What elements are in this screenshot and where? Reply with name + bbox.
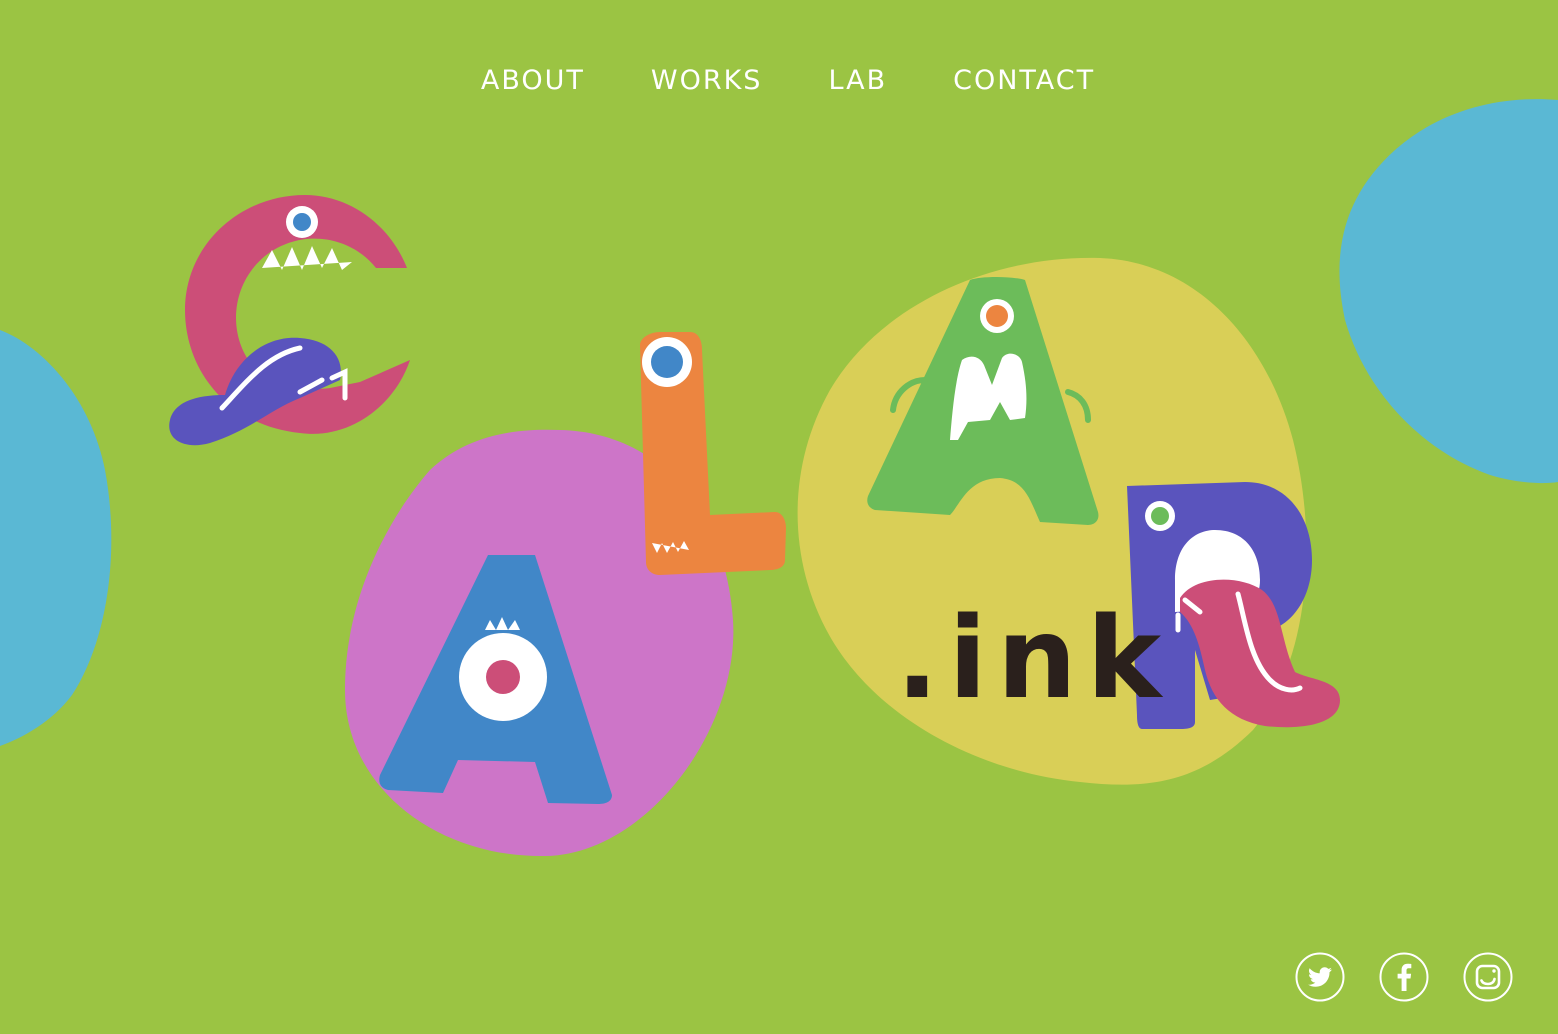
facebook-icon <box>1379 952 1429 1002</box>
blue-blob-left <box>0 330 112 746</box>
social-links <box>1295 952 1513 1002</box>
logo-suffix: .ink <box>896 594 1171 724</box>
blue-blob-right <box>1339 99 1558 484</box>
instagram-icon <box>1463 952 1513 1002</box>
twitter-button[interactable] <box>1295 952 1345 1002</box>
letter-l-monster <box>640 332 786 575</box>
twitter-icon <box>1295 952 1345 1002</box>
instagram-button[interactable] <box>1463 952 1513 1002</box>
hero-logo-illustration: .ink <box>0 99 1558 857</box>
page: { "nav": { "items": [ {"label": "ABOUT"}… <box>0 0 1558 1034</box>
facebook-button[interactable] <box>1379 952 1429 1002</box>
